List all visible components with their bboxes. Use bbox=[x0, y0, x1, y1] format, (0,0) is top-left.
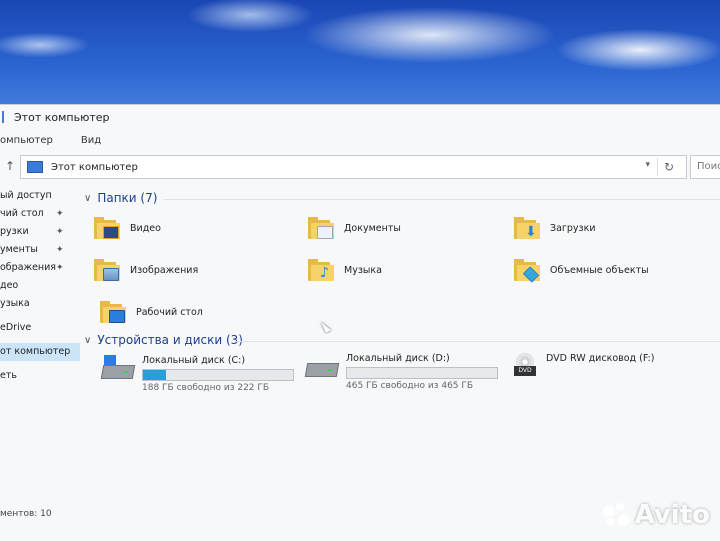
status-bar: ментов: 10 bbox=[0, 509, 52, 519]
window-icon bbox=[2, 111, 4, 123]
pin-icon: ✦ bbox=[56, 263, 64, 273]
address-bar[interactable]: Этот компьютер ▾ ↻ bbox=[20, 155, 687, 179]
sidebar-item-label: део bbox=[0, 280, 19, 291]
sidebar-item-label: рузки bbox=[0, 226, 29, 237]
watermark-text: Avito bbox=[634, 500, 710, 530]
pin-icon: ✦ bbox=[56, 209, 64, 219]
folder-label: Документы bbox=[344, 222, 401, 234]
address-row: ↑ Этот компьютер ▾ ↻ Поис bbox=[0, 151, 720, 181]
pin-icon: ✦ bbox=[56, 245, 64, 255]
sidebar-item-label: ый доступ bbox=[0, 190, 52, 201]
dvd-label: DVD bbox=[514, 366, 536, 376]
items-count: ментов: 10 bbox=[0, 509, 52, 519]
folder-downloads[interactable]: ⬇ Загрузки bbox=[514, 217, 596, 239]
pictures-folder-icon bbox=[94, 259, 120, 281]
computer-icon bbox=[27, 161, 43, 173]
hard-drive-icon bbox=[304, 353, 340, 377]
tab-computer[interactable]: омпьютер bbox=[0, 135, 53, 146]
sidebar-item-label: от компьютер bbox=[0, 346, 71, 357]
sidebar-item-label: еть bbox=[0, 370, 17, 381]
chevron-down-icon[interactable]: ∨ bbox=[84, 335, 91, 346]
sidebar-item-videos[interactable]: део bbox=[0, 277, 80, 295]
sidebar-item-label: eDrive bbox=[0, 322, 32, 333]
navigation-pane: ый доступ чий стол ✦ рузки ✦ ументы ✦ ображ… bbox=[0, 187, 80, 517]
ribbon-tabs: омпьютер Вид bbox=[0, 129, 720, 151]
chevron-down-icon[interactable]: ▾ bbox=[645, 160, 650, 170]
folder-desktop[interactable]: Рабочий стол bbox=[100, 301, 203, 323]
documents-folder-icon bbox=[308, 217, 334, 239]
desktop-wallpaper bbox=[0, 0, 720, 115]
sidebar-item-downloads[interactable]: рузки ✦ bbox=[0, 223, 80, 241]
drive-usage-bar bbox=[346, 367, 498, 379]
music-folder-icon: ♪ bbox=[308, 259, 334, 281]
drive-usage-bar bbox=[142, 369, 294, 381]
sidebar-item-quick-access[interactable]: ый доступ bbox=[0, 187, 80, 205]
folder-3d-objects[interactable]: Объемные объекты bbox=[514, 259, 649, 283]
system-drive-icon bbox=[100, 355, 136, 379]
3d-objects-folder-icon bbox=[514, 259, 540, 283]
title-bar: Этот компьютер bbox=[0, 105, 720, 129]
avito-watermark: Avito bbox=[602, 500, 710, 530]
content-pane: ∨ Папки (7) Видео Документы ⬇ Загрузки И… bbox=[84, 187, 720, 517]
folder-label: Рабочий стол bbox=[136, 306, 203, 318]
sidebar-item-this-pc[interactable]: от компьютер bbox=[0, 343, 80, 361]
folder-label: Музыка bbox=[344, 264, 382, 276]
drive-label: Локальный диск (C:) bbox=[142, 355, 246, 366]
drives-group-header[interactable]: ∨ Устройства и диски (3) bbox=[84, 333, 720, 347]
address-path: Этот компьютер bbox=[51, 161, 138, 173]
folder-videos[interactable]: Видео bbox=[94, 217, 161, 239]
folders-group-title: Папки (7) bbox=[97, 191, 158, 205]
sidebar-item-onedrive[interactable]: eDrive bbox=[0, 319, 80, 337]
drive-d[interactable]: Локальный диск (D:) 465 ГБ свободно из 4… bbox=[304, 353, 498, 391]
avito-logo-icon bbox=[602, 503, 629, 527]
search-input[interactable]: Поис bbox=[690, 155, 720, 179]
drive-f[interactable]: DVD DVD RW дисковод (F:) bbox=[514, 353, 654, 377]
folder-label: Объемные объекты bbox=[550, 264, 649, 276]
sidebar-item-label: ображения bbox=[0, 262, 57, 273]
drive-label: Локальный диск (D:) bbox=[346, 353, 450, 364]
drives-group-title: Устройства и диски (3) bbox=[97, 333, 243, 347]
video-folder-icon bbox=[94, 217, 120, 239]
folders-group-header[interactable]: ∨ Папки (7) bbox=[84, 191, 720, 205]
sidebar-item-network[interactable]: еть bbox=[0, 367, 80, 385]
chevron-down-icon[interactable]: ∨ bbox=[84, 193, 91, 204]
sidebar-item-label: узыка bbox=[0, 298, 30, 309]
refresh-icon[interactable]: ↻ bbox=[657, 158, 680, 176]
explorer-window: Этот компьютер омпьютер Вид ↑ Этот компь… bbox=[0, 104, 720, 541]
drive-label: DVD RW дисковод (F:) bbox=[546, 353, 655, 364]
folder-label: Изображения bbox=[130, 264, 199, 276]
window-title: Этот компьютер bbox=[14, 110, 110, 124]
folder-documents[interactable]: Документы bbox=[308, 217, 401, 239]
drive-free-space: 188 ГБ свободно из 222 ГБ bbox=[142, 383, 270, 393]
folder-music[interactable]: ♪ Музыка bbox=[308, 259, 382, 281]
folder-pictures[interactable]: Изображения bbox=[94, 259, 198, 281]
folder-label: Видео bbox=[130, 222, 161, 234]
sidebar-item-label: чий стол bbox=[0, 208, 44, 219]
sidebar-item-desktop[interactable]: чий стол ✦ bbox=[0, 205, 80, 223]
pin-icon: ✦ bbox=[56, 227, 64, 237]
sidebar-item-documents[interactable]: ументы ✦ bbox=[0, 241, 80, 259]
divider bbox=[164, 199, 720, 200]
drive-free-space: 465 ГБ свободно из 465 ГБ bbox=[346, 381, 474, 391]
drive-c[interactable]: Локальный диск (C:) 188 ГБ свободно из 2… bbox=[100, 355, 294, 393]
desktop-folder-icon bbox=[100, 301, 126, 323]
sidebar-item-pictures[interactable]: ображения ✦ bbox=[0, 259, 80, 277]
sidebar-item-music[interactable]: узыка bbox=[0, 295, 80, 313]
downloads-folder-icon: ⬇ bbox=[514, 217, 540, 239]
divider bbox=[234, 341, 720, 342]
folder-label: Загрузки bbox=[550, 222, 596, 234]
drive-usage-fill bbox=[143, 370, 166, 380]
tab-view[interactable]: Вид bbox=[81, 135, 101, 146]
up-arrow-icon[interactable]: ↑ bbox=[0, 159, 20, 173]
sidebar-item-label: ументы bbox=[0, 244, 38, 255]
dvd-drive-icon: DVD bbox=[514, 353, 540, 377]
